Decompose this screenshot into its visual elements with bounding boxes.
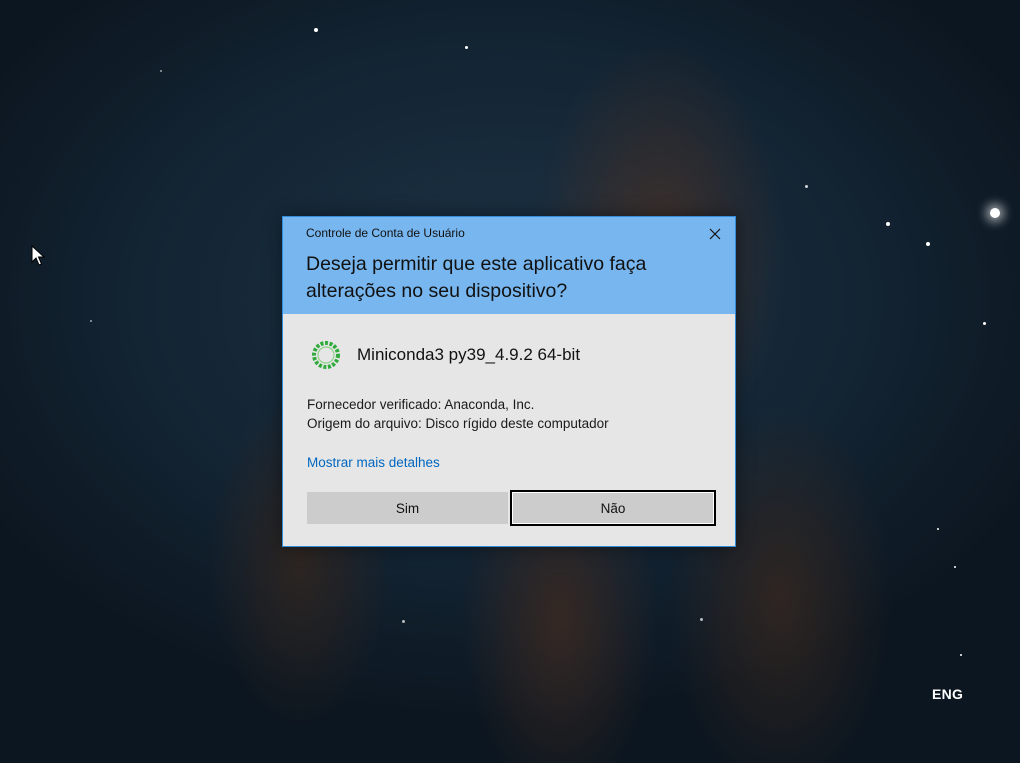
star bbox=[402, 620, 405, 623]
language-indicator[interactable]: ENG bbox=[932, 686, 963, 702]
mouse-pointer-icon bbox=[31, 244, 46, 272]
star bbox=[954, 566, 956, 568]
star bbox=[805, 185, 808, 188]
close-icon bbox=[709, 228, 721, 240]
star bbox=[937, 528, 939, 530]
star bbox=[926, 242, 930, 246]
uac-header: Controle de Conta de Usuário Deseja perm… bbox=[283, 217, 735, 314]
no-button[interactable]: Não bbox=[510, 490, 716, 526]
publisher-info: Fornecedor verificado: Anaconda, Inc. bbox=[307, 397, 535, 412]
star bbox=[700, 618, 703, 621]
show-more-details-link[interactable]: Mostrar mais detalhes bbox=[307, 455, 440, 470]
star bbox=[983, 322, 986, 325]
app-name: Miniconda3 py39_4.9.2 64-bit bbox=[357, 345, 581, 364]
uac-question: Deseja permitir que este aplicativo faça… bbox=[306, 253, 647, 302]
star bbox=[960, 654, 962, 656]
file-origin-info: Origem do arquivo: Disco rígido deste co… bbox=[307, 416, 609, 431]
star bbox=[160, 70, 162, 72]
star bbox=[886, 222, 890, 226]
star bbox=[990, 208, 1000, 218]
no-button-label: Não bbox=[512, 492, 714, 524]
star bbox=[90, 320, 92, 322]
dialog-title: Controle de Conta de Usuário bbox=[306, 226, 465, 240]
uac-dialog: Controle de Conta de Usuário Deseja perm… bbox=[282, 216, 736, 547]
star bbox=[314, 28, 318, 32]
anaconda-ring-icon bbox=[310, 339, 342, 371]
yes-button[interactable]: Sim bbox=[307, 492, 508, 524]
star bbox=[465, 46, 468, 49]
close-button[interactable] bbox=[702, 222, 728, 246]
